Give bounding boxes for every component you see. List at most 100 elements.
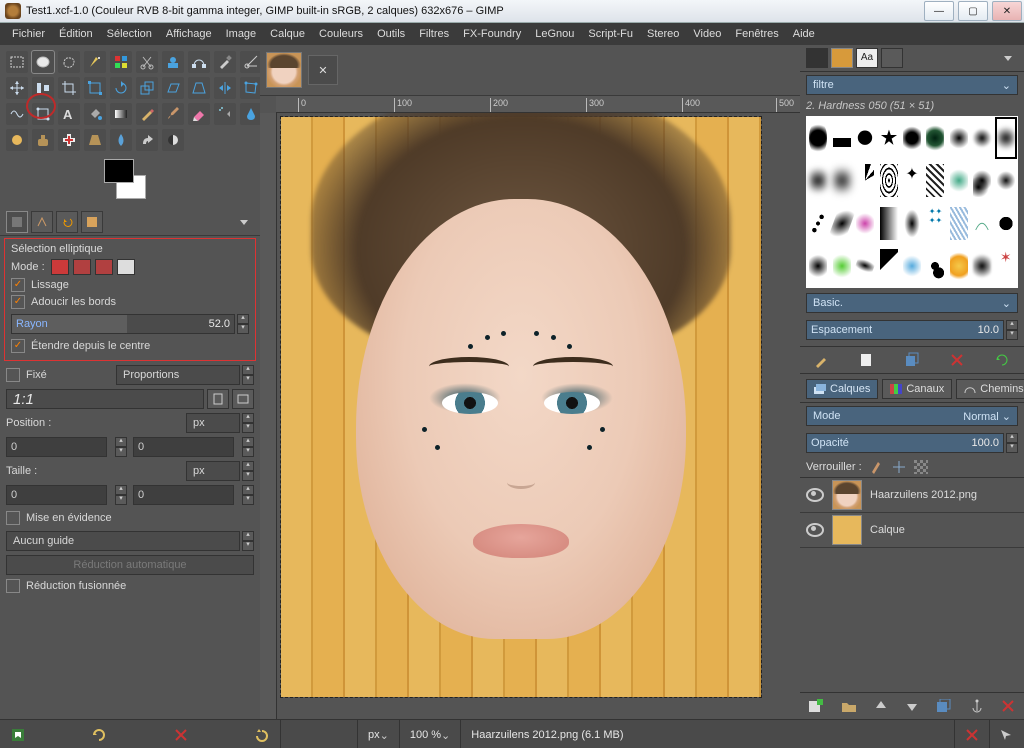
tool-ink[interactable] (240, 103, 262, 125)
mode-add[interactable] (73, 259, 91, 275)
visibility-icon[interactable] (806, 488, 824, 502)
tool-scale[interactable] (136, 77, 158, 99)
tool-mypaint[interactable] (6, 129, 28, 151)
minimize-button[interactable]: — (924, 1, 954, 21)
size-unit-spinner[interactable]: ▴▾ (242, 461, 254, 481)
fixed-select[interactable]: Proportions (116, 365, 240, 385)
menu-legnou[interactable]: LeGnou (529, 25, 580, 43)
layer-row[interactable]: Calque (800, 513, 1024, 548)
mode-subtract[interactable] (95, 259, 113, 275)
radius-slider[interactable]: Rayon 52.0 (11, 314, 235, 334)
menu-colors[interactable]: Couleurs (313, 25, 369, 43)
tool-foreground-select[interactable] (162, 51, 184, 73)
tool-airbrush[interactable] (214, 103, 236, 125)
mode-replace[interactable] (51, 259, 69, 275)
tool-by-color-select[interactable] (110, 51, 132, 73)
tool-color-picker[interactable] (214, 51, 236, 73)
delete-layer-icon[interactable] (1001, 699, 1015, 713)
tool-rotate[interactable] (110, 77, 132, 99)
pos-x-input[interactable]: 0 (6, 437, 107, 457)
lower-layer-icon[interactable] (905, 699, 919, 713)
position-unit[interactable]: px (186, 413, 240, 433)
menu-help[interactable]: Aide (787, 25, 821, 43)
menu-edit[interactable]: Édition (53, 25, 99, 43)
layer-name[interactable]: Calque (870, 524, 905, 536)
tool-paintbrush[interactable] (162, 103, 184, 125)
guides-spinner[interactable]: ▴▾ (242, 531, 254, 551)
mode-intersect[interactable] (117, 259, 135, 275)
fixed-spinner[interactable]: ▴▾ (242, 365, 254, 385)
close-button[interactable]: ✕ (992, 1, 1022, 21)
navigate-icon[interactable] (1000, 729, 1012, 741)
menu-select[interactable]: Sélection (101, 25, 158, 43)
brush-grid[interactable]: ✦ ✦✦✦✦ (806, 116, 1018, 288)
pos-y-input[interactable]: 0 (133, 437, 234, 457)
lock-position-icon[interactable] (892, 460, 906, 474)
dock-menu-icon[interactable] (240, 220, 248, 225)
cancel-icon[interactable] (965, 728, 979, 742)
tab-paths[interactable]: Chemins (956, 379, 1024, 399)
guides-select[interactable]: Aucun guide (6, 531, 240, 551)
brush-filter[interactable]: filtre⌄ (806, 75, 1018, 95)
spacing-spinner[interactable]: ▴▾ (1006, 320, 1018, 340)
menu-windows[interactable]: Fenêtres (729, 25, 784, 43)
tool-scissors[interactable] (136, 51, 158, 73)
opacity-slider[interactable]: Opacité 100.0 (806, 433, 1004, 453)
tool-unified-transform[interactable] (84, 77, 106, 99)
tab-tool-options[interactable] (6, 211, 28, 233)
tool-perspective[interactable] (188, 77, 210, 99)
tool-clone[interactable] (32, 129, 54, 151)
highlight-checkbox[interactable] (6, 511, 20, 525)
ruler-horizontal[interactable]: 0 100 200 300 400 500 (276, 96, 800, 113)
tool-smudge[interactable] (136, 129, 158, 151)
spacing-slider[interactable]: Espacement 10.0 (806, 320, 1004, 340)
ratio-landscape-icon[interactable] (232, 389, 254, 409)
tool-handle-transform[interactable] (32, 103, 54, 125)
size-h-spinner[interactable]: ▴▾ (242, 485, 254, 505)
tool-free-select[interactable] (58, 51, 80, 73)
new-layer-icon[interactable] (808, 699, 824, 713)
menu-video[interactable]: Video (687, 25, 727, 43)
tool-flip[interactable] (214, 77, 236, 99)
menu-file[interactable]: Fichier (6, 25, 51, 43)
expand-center-checkbox[interactable] (11, 339, 25, 353)
layer-row[interactable]: Haarzuilens 2012.png (800, 478, 1024, 513)
tool-warp[interactable] (6, 103, 28, 125)
tab-channels[interactable]: Canaux (882, 379, 952, 399)
radius-spinner[interactable]: ▴▾ (237, 314, 249, 334)
maximize-button[interactable]: ▢ (958, 1, 988, 21)
fg-color[interactable] (104, 159, 134, 183)
size-unit[interactable]: px (186, 461, 240, 481)
ratio-portrait-icon[interactable] (207, 389, 229, 409)
tool-crop[interactable] (58, 77, 80, 99)
delete-options-icon[interactable] (173, 727, 189, 743)
duplicate-layer-icon[interactable] (936, 699, 952, 713)
tab-device-status[interactable] (31, 211, 53, 233)
brush-preset-select[interactable]: Basic.⌄ (806, 293, 1018, 313)
new-brush-icon[interactable] (859, 352, 875, 368)
menu-tools[interactable]: Outils (371, 25, 411, 43)
tool-align[interactable] (32, 77, 54, 99)
lock-pixels-icon[interactable] (870, 460, 884, 474)
tab-patterns-icon[interactable] (831, 48, 853, 68)
tool-ellipse-select[interactable] (32, 51, 54, 73)
antialias-checkbox[interactable] (11, 278, 25, 292)
menu-layer[interactable]: Calque (264, 25, 311, 43)
edit-brush-icon[interactable] (814, 352, 830, 368)
shrink-merged-checkbox[interactable] (6, 579, 20, 593)
reset-options-icon[interactable] (254, 727, 270, 743)
zoom-select[interactable]: 100 % ⌄ (400, 720, 461, 748)
tool-rect-select[interactable] (6, 51, 28, 73)
tool-move[interactable] (6, 77, 28, 99)
anchor-layer-icon[interactable] (969, 699, 985, 713)
raise-layer-icon[interactable] (874, 699, 888, 713)
layer-mode-select[interactable]: ModeNormal ⌄ (806, 406, 1018, 426)
fg-bg-swatches[interactable] (104, 159, 150, 205)
image-tab-thumb[interactable] (266, 52, 302, 88)
tab-brushes-icon[interactable] (806, 48, 828, 68)
opacity-spinner[interactable]: ▴▾ (1006, 433, 1018, 453)
tool-blur[interactable] (110, 129, 132, 151)
tool-dodge-burn[interactable] (162, 129, 184, 151)
menu-view[interactable]: Affichage (160, 25, 218, 43)
tool-gradient[interactable] (110, 103, 132, 125)
